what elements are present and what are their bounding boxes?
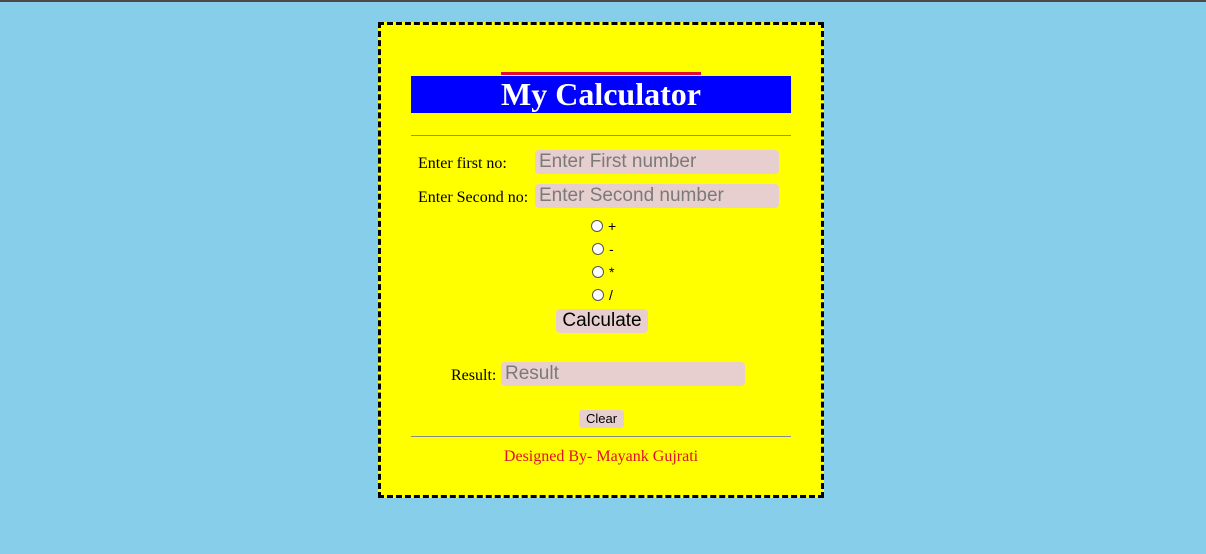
operator-divide-label: / xyxy=(609,287,613,303)
top-divider xyxy=(411,135,791,136)
radio-multiply[interactable] xyxy=(592,266,604,278)
page-title: My Calculator xyxy=(411,76,791,113)
operator-add-option[interactable]: + xyxy=(591,218,616,234)
title-accent-line xyxy=(501,72,701,75)
operator-divide-option[interactable]: / xyxy=(592,287,613,303)
operator-add-label: + xyxy=(608,218,617,234)
radio-divide[interactable] xyxy=(592,289,604,301)
operator-subtract-label: - xyxy=(609,241,614,257)
radio-subtract[interactable] xyxy=(592,243,604,255)
footer-credit: Designed By- Mayank Gujrati xyxy=(503,448,699,465)
second-number-input[interactable]: Enter Second number xyxy=(535,184,779,208)
second-number-label: Enter Second no: xyxy=(418,189,529,206)
first-number-label: Enter first no: xyxy=(418,155,507,172)
calculator-card: My Calculator Enter first no: Enter Firs… xyxy=(378,22,824,498)
operator-multiply-option[interactable]: * xyxy=(592,264,614,280)
bottom-divider xyxy=(411,436,791,437)
calculate-button[interactable]: Calculate xyxy=(556,309,648,333)
result-field[interactable]: Result xyxy=(501,362,745,386)
clear-button[interactable]: Clear xyxy=(579,410,624,428)
operator-multiply-label: * xyxy=(609,264,615,280)
operator-subtract-option[interactable]: - xyxy=(592,241,614,257)
first-number-input[interactable]: Enter First number xyxy=(535,150,779,174)
window-top-border xyxy=(0,0,1206,2)
result-label: Result: xyxy=(451,367,497,384)
radio-add[interactable] xyxy=(591,220,603,232)
